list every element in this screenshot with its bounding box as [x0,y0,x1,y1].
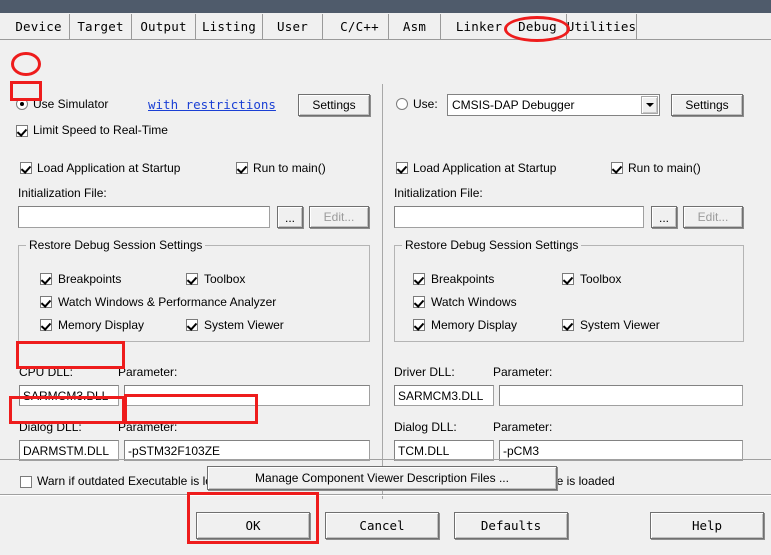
driver-dll-input[interactable]: SARMCM3.DLL [394,385,494,406]
left-watch-windows-label: Watch Windows & Performance Analyzer [58,295,277,309]
driver-param-input[interactable] [499,385,743,406]
ok-button[interactable]: OK [196,512,310,539]
use-simulator-label: Use Simulator [33,97,109,111]
left-system-viewer-checkbox[interactable] [186,319,198,331]
left-browse-button[interactable]: ... [277,206,303,228]
left-dialog-dll-label: Dialog DLL: [19,420,82,434]
right-toolbox-checkbox[interactable] [562,273,574,285]
cpu-param-input[interactable] [124,385,370,406]
right-toolbox-label: Toolbox [580,272,622,286]
cancel-button[interactable]: Cancel [325,512,439,539]
tab-user[interactable]: User [263,14,323,39]
cpu-param-label: Parameter: [118,365,178,379]
chevron-down-icon[interactable] [641,96,658,114]
debugger-settings-button[interactable]: Settings [671,94,743,116]
right-memory-display-label: Memory Display [431,318,518,332]
right-browse-button[interactable]: ... [651,206,677,228]
debug-options-dialog: Device Target Output Listing User C/C++ … [0,0,771,555]
manage-component-viewer-button[interactable]: Manage Component Viewer Description File… [207,466,557,490]
right-system-viewer-checkbox[interactable] [562,319,574,331]
right-dialog-dll-label: Dialog DLL: [394,420,457,434]
with-restrictions-link[interactable]: with restrictions [148,97,276,112]
right-memory-display-checkbox[interactable] [413,319,425,331]
right-watch-windows-checkbox[interactable] [413,296,425,308]
right-dialog-param-input[interactable]: -pCM3 [499,440,743,461]
cpu-dll-label: CPU DLL: [19,365,74,379]
left-init-file-label: Initialization File: [18,186,107,200]
tab-linker[interactable]: Linker [449,14,509,39]
limit-speed-label: Limit Speed to Real-Time [33,123,168,137]
left-toolbox-label: Toolbox [204,272,246,286]
use-simulator-radio[interactable] [16,98,28,110]
right-dialog-param-label: Parameter: [493,420,553,434]
left-memory-display-label: Memory Display [58,318,145,332]
left-warn-outdated-checkbox[interactable] [20,476,32,488]
left-breakpoints-checkbox[interactable] [40,273,52,285]
tab-device[interactable]: Device [8,14,70,39]
right-watch-windows-label: Watch Windows [431,295,517,309]
left-dialog-param-label: Parameter: [118,420,178,434]
right-load-app-label: Load Application at Startup [413,161,557,175]
left-load-app-checkbox[interactable] [20,162,32,174]
debugger-select-value: CMSIS-DAP Debugger [452,98,575,112]
use-debugger-radio[interactable] [396,98,408,110]
debug-panel-body: Use Simulator with restrictions Settings… [0,40,771,499]
tab-debug[interactable]: Debug [509,14,567,39]
options-tab-bar[interactable]: Device Target Output Listing User C/C++ … [0,14,771,40]
left-memory-display-checkbox[interactable] [40,319,52,331]
defaults-button[interactable]: Defaults [454,512,568,539]
right-init-file-input[interactable] [394,206,644,228]
right-breakpoints-checkbox[interactable] [413,273,425,285]
right-edit-button[interactable]: Edit... [683,206,743,228]
left-breakpoints-label: Breakpoints [58,272,122,286]
window-title-strip [0,0,771,13]
left-edit-button[interactable]: Edit... [309,206,369,228]
simulator-settings-button[interactable]: Settings [298,94,370,116]
left-load-app-label: Load Application at Startup [37,161,181,175]
left-toolbox-checkbox[interactable] [186,273,198,285]
tab-listing[interactable]: Listing [196,14,263,39]
left-system-viewer-label: System Viewer [204,318,284,332]
cpu-dll-input[interactable]: SARMCM3.DLL [19,385,119,406]
left-restore-group-caption: Restore Debug Session Settings [26,238,206,252]
tab-c-cpp[interactable]: C/C++ [331,14,389,39]
right-run-to-main-checkbox[interactable] [611,162,623,174]
left-run-to-main-label: Run to main() [253,161,326,175]
footer-divider-bottom [0,494,771,496]
dialog-dll-input[interactable]: DARMSTM.DLL [19,440,119,461]
tab-target[interactable]: Target [70,14,132,39]
dialog-param-input[interactable]: -pSTM32F103ZE [124,440,370,461]
left-watch-windows-checkbox[interactable] [40,296,52,308]
tab-output[interactable]: Output [132,14,196,39]
left-init-file-input[interactable] [18,206,270,228]
debugger-select[interactable]: CMSIS-DAP Debugger [447,94,660,116]
footer-divider-top [0,459,771,460]
right-system-viewer-label: System Viewer [580,318,660,332]
right-dialog-dll-input[interactable]: TCM.DLL [394,440,494,461]
tab-asm[interactable]: Asm [389,14,441,39]
tab-utilities[interactable]: Utilities [567,14,637,39]
help-button[interactable]: Help [650,512,764,539]
right-load-app-checkbox[interactable] [396,162,408,174]
limit-speed-checkbox[interactable] [16,125,28,137]
use-debugger-label: Use: [413,97,438,111]
driver-dll-label: Driver DLL: [394,365,455,379]
right-breakpoints-label: Breakpoints [431,272,495,286]
right-init-file-label: Initialization File: [394,186,483,200]
driver-param-label: Parameter: [493,365,553,379]
right-restore-group-caption: Restore Debug Session Settings [402,238,582,252]
right-run-to-main-label: Run to main() [628,161,701,175]
left-run-to-main-checkbox[interactable] [236,162,248,174]
panel-divider [382,84,383,499]
